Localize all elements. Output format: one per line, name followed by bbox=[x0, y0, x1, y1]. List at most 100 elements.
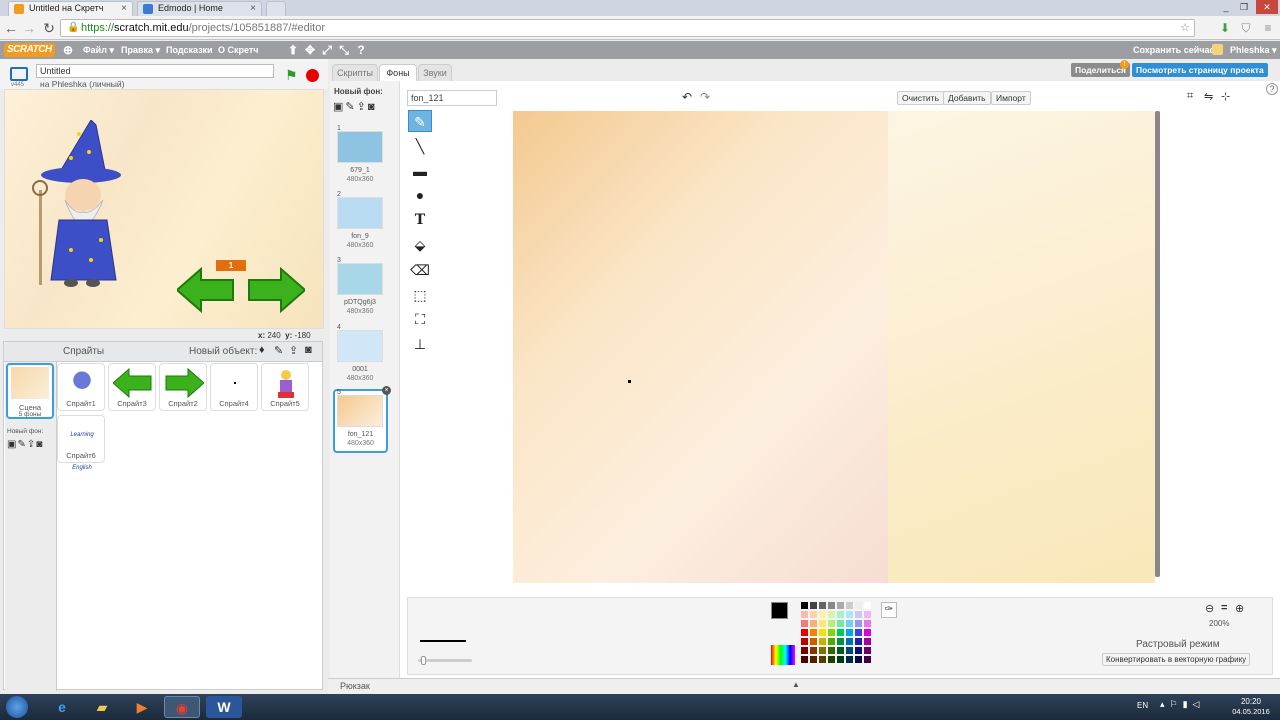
stop-sign-icon[interactable] bbox=[306, 69, 319, 82]
delete-scissors-icon[interactable]: ✥ bbox=[303, 42, 317, 58]
project-title-input[interactable]: Untitled bbox=[36, 64, 274, 78]
set-center-icon[interactable]: ⊹ bbox=[1221, 90, 1230, 103]
rectangle-tool-icon[interactable]: ▬ bbox=[408, 159, 432, 181]
palette-color-swatch[interactable] bbox=[828, 656, 835, 663]
backdrop-item[interactable]: 2 fon_9 480x360 bbox=[335, 191, 385, 255]
palette-color-swatch[interactable] bbox=[828, 638, 835, 645]
ellipse-tool-icon[interactable]: ● bbox=[408, 183, 432, 205]
add-button[interactable]: Добавить bbox=[943, 91, 991, 105]
palette-color-swatch[interactable] bbox=[810, 611, 817, 618]
file-explorer-icon[interactable]: ▰ bbox=[84, 696, 120, 718]
line-width-slider[interactable] bbox=[418, 656, 472, 665]
forward-arrow-icon[interactable]: → bbox=[20, 19, 38, 37]
clock-date[interactable]: 04.05.2016 bbox=[1226, 707, 1276, 716]
palette-color-swatch[interactable] bbox=[801, 629, 808, 636]
text-tool-icon[interactable]: T bbox=[408, 208, 432, 230]
palette-color-swatch[interactable] bbox=[855, 647, 862, 654]
internet-explorer-icon[interactable]: e bbox=[44, 696, 80, 718]
primary-color-swatch[interactable] bbox=[771, 602, 788, 619]
stage-thumbnail[interactable]: Сцена 5 фоны bbox=[6, 363, 54, 419]
palette-color-swatch[interactable] bbox=[837, 611, 844, 618]
canvas-scrollbar[interactable] bbox=[1155, 111, 1160, 577]
minimize-window-button[interactable]: _ bbox=[1218, 0, 1234, 14]
choose-sprite-icon[interactable]: ♦ bbox=[259, 344, 265, 356]
palette-color-swatch[interactable] bbox=[855, 656, 862, 663]
palette-color-swatch[interactable] bbox=[819, 629, 826, 636]
palette-color-swatch[interactable] bbox=[846, 611, 853, 618]
palette-color-swatch[interactable] bbox=[864, 647, 871, 654]
user-menu[interactable]: Phleshka ▾ bbox=[1230, 41, 1277, 59]
palette-color-swatch[interactable] bbox=[864, 638, 871, 645]
close-window-button[interactable]: ✕ bbox=[1256, 0, 1278, 14]
sprite-tile[interactable]: Спрайт1 bbox=[57, 363, 105, 411]
clear-button[interactable]: Очистить bbox=[897, 91, 945, 105]
backdrop-item[interactable]: 3 pDTQg6j3 480x360 bbox=[335, 257, 385, 321]
line-tool-icon[interactable]: ╲ bbox=[408, 134, 432, 156]
palette-color-swatch[interactable] bbox=[828, 647, 835, 654]
palette-color-swatch[interactable] bbox=[810, 656, 817, 663]
help-circle-icon[interactable]: ? bbox=[1266, 83, 1278, 95]
tab-scripts[interactable]: Скрипты bbox=[332, 64, 378, 82]
brush-tool-icon[interactable]: ✎ bbox=[408, 110, 432, 132]
tab-backdrops[interactable]: Фоны bbox=[379, 64, 417, 82]
undo-icon[interactable]: ↶ bbox=[682, 90, 692, 104]
download-extension-icon[interactable]: ⬇ bbox=[1217, 19, 1233, 37]
backdrop-item[interactable]: 1 679_1 480x360 bbox=[335, 125, 385, 189]
close-tab-icon[interactable]: × bbox=[250, 2, 256, 15]
browser-tab-scratch[interactable]: Untitled на Скретч × bbox=[8, 1, 133, 16]
see-project-page-button[interactable]: Посмотреть страницу проекта bbox=[1132, 63, 1268, 77]
tray-icons[interactable]: ▴⚐▮◁ bbox=[1160, 699, 1204, 710]
eraser-tool-icon[interactable]: ⌫ bbox=[408, 258, 432, 280]
grow-icon[interactable]: ⤢ bbox=[320, 42, 334, 58]
upload-sprite-icon[interactable]: ⇪ bbox=[289, 344, 298, 357]
bookmark-star-icon[interactable]: ☆ bbox=[1180, 20, 1190, 36]
restore-window-button[interactable]: ❐ bbox=[1236, 0, 1252, 14]
new-tab-button[interactable] bbox=[266, 1, 286, 16]
reload-icon[interactable]: ↻ bbox=[40, 19, 58, 37]
palette-color-swatch[interactable] bbox=[837, 638, 844, 645]
menu-tips[interactable]: Подсказки bbox=[166, 41, 213, 59]
palette-color-swatch[interactable] bbox=[810, 620, 817, 627]
wizard-sprite[interactable] bbox=[31, 119, 131, 290]
chrome-icon[interactable]: ◉ bbox=[164, 696, 200, 718]
new-backdrop-tools[interactable]: ▣✎⇪◙ bbox=[333, 100, 376, 113]
palette-color-swatch[interactable] bbox=[801, 620, 808, 627]
clock-time[interactable]: 20:20 bbox=[1226, 697, 1276, 706]
duplicate-stamp-icon[interactable]: ⬆ bbox=[286, 42, 300, 58]
address-bar[interactable]: 🔒 https://scratch.mit.edu/projects/10585… bbox=[60, 19, 1195, 37]
palette-color-swatch[interactable] bbox=[864, 620, 871, 627]
shield-extension-icon[interactable]: ⛉ bbox=[1238, 19, 1254, 37]
slider-thumb[interactable] bbox=[421, 656, 426, 665]
scratch-logo[interactable]: SCRATCH bbox=[4, 43, 55, 57]
back-arrow-icon[interactable]: ← bbox=[2, 19, 20, 37]
palette-color-swatch[interactable] bbox=[810, 638, 817, 645]
select-remove-background-icon[interactable]: ⛶ bbox=[408, 307, 432, 329]
palette-color-swatch[interactable] bbox=[828, 629, 835, 636]
palette-color-swatch[interactable] bbox=[855, 620, 862, 627]
avatar[interactable] bbox=[1212, 44, 1223, 55]
palette-color-swatch[interactable] bbox=[837, 620, 844, 627]
palette-color-swatch[interactable] bbox=[846, 656, 853, 663]
sprite-tile[interactable]: Learning English Спрайт6 bbox=[57, 415, 105, 471]
costume-name-input[interactable]: fon_121 bbox=[407, 90, 497, 106]
crop-icon[interactable]: ⌗ bbox=[1187, 90, 1193, 103]
presentation-mode-icon[interactable] bbox=[10, 67, 28, 81]
zoom-out-icon[interactable]: ⊖ bbox=[1205, 602, 1214, 615]
sprite-tile[interactable]: Спрайт5 bbox=[261, 363, 309, 411]
help-icon[interactable]: ? bbox=[354, 42, 368, 58]
palette-color-swatch[interactable] bbox=[819, 620, 826, 627]
palette-color-swatch[interactable] bbox=[801, 656, 808, 663]
delete-backdrop-icon[interactable]: × bbox=[382, 386, 391, 395]
palette-color-swatch[interactable] bbox=[855, 638, 862, 645]
palette-color-swatch[interactable] bbox=[855, 629, 862, 636]
redo-icon[interactable]: ↷ bbox=[700, 90, 710, 104]
word-icon[interactable]: W bbox=[206, 696, 242, 718]
palette-color-swatch[interactable] bbox=[810, 602, 817, 609]
menu-file[interactable]: Файл ▾ bbox=[83, 41, 114, 59]
backdrop-item-selected[interactable]: 5 fon_121 480x360 × bbox=[333, 386, 391, 453]
import-button[interactable]: Импорт bbox=[991, 91, 1031, 105]
palette-color-swatch[interactable] bbox=[801, 611, 808, 618]
fill-tool-icon[interactable]: ⬙ bbox=[408, 233, 432, 255]
palette-color-swatch[interactable] bbox=[864, 656, 871, 663]
palette-color-swatch[interactable] bbox=[810, 647, 817, 654]
